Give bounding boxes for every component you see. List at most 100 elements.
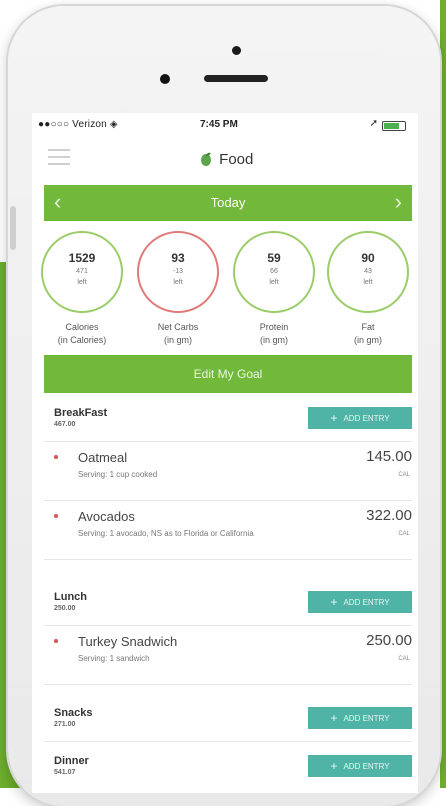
goal-left-label: left [77, 279, 87, 286]
phone-side-button [10, 206, 16, 250]
app-title-text: Food [219, 151, 254, 168]
plus-icon: + [330, 411, 338, 425]
goal-calories[interactable]: 1529 471 left Calories (in Calories) [36, 231, 128, 347]
food-calories: 145.00 [366, 448, 412, 465]
divider [44, 559, 412, 560]
plus-icon: + [330, 759, 338, 773]
goal-caption: Protein (in gm) [228, 321, 320, 347]
goal-remaining: 66 [270, 268, 278, 275]
goal-caption-line1: Fat [361, 322, 375, 332]
meal-total: 250.00 [54, 605, 76, 612]
plus-icon: + [330, 595, 338, 609]
meal-total: 541.07 [54, 769, 76, 776]
goal-left-label: left [363, 279, 373, 286]
food-serving: Serving: 1 cup cooked [78, 470, 158, 479]
date-navigator: ‹ Today › [44, 185, 412, 221]
goal-caption-line2: (in gm) [163, 335, 192, 345]
meal-dinner: Dinner 541.07 + ADD ENTRY [44, 749, 412, 789]
meal-name: Dinner [54, 755, 89, 767]
meal-total: 271.00 [54, 721, 76, 728]
protein-ring: 59 66 left [233, 231, 315, 313]
calorie-unit: CAL [398, 531, 410, 537]
battery-icon [382, 121, 406, 131]
location-arrow-icon: ➚ [369, 118, 378, 129]
bullet-icon [54, 514, 58, 518]
goal-caption: Calories (in Calories) [36, 321, 128, 347]
add-entry-label: ADD ENTRY [343, 762, 390, 771]
goal-caption: Net Carbs (in gm) [132, 321, 224, 347]
food-entry[interactable]: Avocados Serving: 1 avocado, NS as to Fl… [44, 501, 412, 559]
background-green-edge [440, 0, 446, 788]
meal-breakfast: BreakFast 467.00 + ADD ENTRY Oatmeal Serv… [44, 401, 412, 560]
add-entry-label: ADD ENTRY [343, 714, 390, 723]
earpiece-speaker [204, 75, 268, 82]
meal-header: Snacks 271.00 + ADD ENTRY [44, 701, 412, 741]
goal-value: 1529 [68, 251, 96, 265]
goal-left-label: left [173, 279, 183, 286]
status-bar: ●●○○○ Verizon ◈ 7:45 PM ➚ [32, 113, 418, 135]
add-entry-button[interactable]: + ADD ENTRY [308, 591, 412, 613]
add-entry-label: ADD ENTRY [343, 414, 390, 423]
hamburger-menu-icon[interactable] [48, 149, 70, 165]
carrier-label: ●●○○○ Verizon ◈ [38, 119, 118, 130]
goal-net-carbs[interactable]: 93 -13 left Net Carbs (in gm) [132, 231, 224, 347]
proximity-sensor [160, 74, 170, 84]
calorie-unit: CAL [398, 656, 410, 662]
food-calories: 250.00 [366, 632, 412, 649]
goal-caption-line2: (in gm) [353, 335, 382, 345]
meal-lunch: Lunch 250.00 + ADD ENTRY Turkey Snadwich … [44, 585, 412, 685]
meal-name: Lunch [54, 591, 87, 603]
calorie-unit: CAL [398, 472, 410, 478]
food-name: Avocados [78, 509, 135, 524]
bullet-icon [54, 455, 58, 459]
meal-header: BreakFast 467.00 + ADD ENTRY [44, 401, 412, 441]
goal-rings: 1529 471 left Calories (in Calories) 93 … [32, 231, 418, 349]
app-title: Food [200, 151, 253, 168]
goal-fat[interactable]: 90 43 left Fat (in gm) [322, 231, 414, 347]
goal-remaining: -13 [172, 268, 184, 275]
add-entry-button[interactable]: + ADD ENTRY [308, 407, 412, 429]
meal-name: BreakFast [54, 407, 108, 419]
goal-caption-line1: Protein [259, 322, 289, 332]
goal-caption-line2: (in gm) [259, 335, 288, 345]
fat-ring: 90 43 left [327, 231, 409, 313]
front-camera [232, 46, 241, 55]
food-name: Oatmeal [78, 450, 128, 465]
meal-header: Lunch 250.00 + ADD ENTRY [44, 585, 412, 625]
add-entry-button[interactable]: + ADD ENTRY [308, 755, 412, 777]
goal-caption-line2: (in Calories) [57, 335, 107, 345]
next-day-icon[interactable]: › [395, 189, 402, 215]
goal-caption-line1: Net Carbs [157, 322, 199, 332]
plus-icon: + [330, 711, 338, 725]
app-screen: ●●○○○ Verizon ◈ 7:45 PM ➚ Food ‹ Today ›… [32, 113, 418, 793]
goal-value: 59 [267, 251, 281, 265]
status-time: 7:45 PM [200, 119, 238, 130]
goal-value: 93 [171, 251, 185, 265]
calories-ring: 1529 471 left [41, 231, 123, 313]
goal-protein[interactable]: 59 66 left Protein (in gm) [228, 231, 320, 347]
bullet-icon [54, 639, 58, 643]
goal-left-label: left [269, 279, 279, 286]
edit-goal-button[interactable]: Edit My Goal [44, 355, 412, 393]
food-name: Turkey Snadwich [78, 634, 178, 649]
date-label: Today [210, 195, 246, 210]
app-header: Food [32, 137, 418, 181]
meal-header: Dinner 541.07 + ADD ENTRY [44, 749, 412, 789]
add-entry-button[interactable]: + ADD ENTRY [308, 707, 412, 729]
goal-caption: Fat (in gm) [322, 321, 414, 347]
food-entry[interactable]: Turkey Snadwich Serving: 1 sandwich 250.… [44, 626, 412, 684]
divider [44, 684, 412, 685]
meal-snacks: Snacks 271.00 + ADD ENTRY [44, 701, 412, 742]
food-serving: Serving: 1 sandwich [78, 654, 150, 663]
goal-remaining: 43 [364, 268, 372, 275]
add-entry-label: ADD ENTRY [343, 598, 390, 607]
leaf-logo-icon [201, 152, 211, 166]
meal-total: 467.00 [54, 421, 76, 428]
goal-caption-line1: Calories [65, 322, 99, 332]
food-entry[interactable]: Oatmeal Serving: 1 cup cooked 145.00 CAL [44, 442, 412, 500]
net-carbs-ring: 93 -13 left [137, 231, 219, 313]
meal-name: Snacks [54, 707, 93, 719]
goal-remaining: 471 [76, 268, 88, 275]
goal-value: 90 [361, 251, 375, 265]
food-serving: Serving: 1 avocado, NS as to Florida or … [78, 529, 254, 538]
